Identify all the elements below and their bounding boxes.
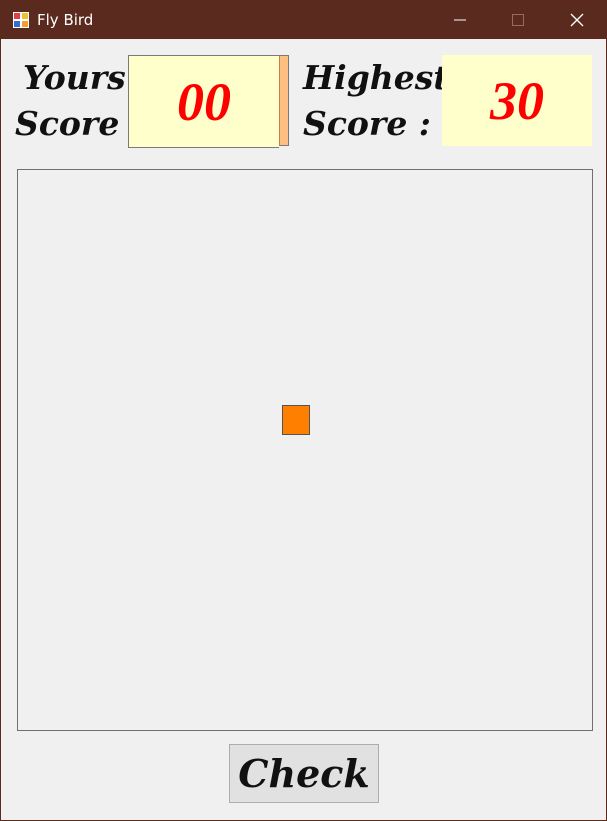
minimize-button[interactable] [431, 1, 489, 39]
close-button[interactable] [548, 1, 606, 39]
bird-player [282, 405, 310, 435]
your-score-display: 00 [128, 55, 279, 148]
app-grid-icon [13, 12, 29, 28]
your-score-scrollbar[interactable] [279, 55, 289, 146]
close-icon [570, 13, 584, 27]
highest-score-display: 30 [442, 55, 592, 146]
title-bar[interactable]: Fly Bird [1, 1, 606, 39]
app-window: Fly Bird Yours Score : 00 Highest Score … [0, 0, 607, 821]
maximize-icon [512, 14, 524, 26]
highest-score-label-line2: Score : [303, 104, 431, 143]
highest-score-label-line1: Highest [303, 58, 449, 97]
check-button[interactable]: Check [229, 744, 379, 803]
maximize-button[interactable] [489, 1, 547, 39]
window-title: Fly Bird [37, 11, 94, 29]
your-score-label-line1: Yours [23, 58, 126, 97]
game-play-area[interactable] [17, 169, 593, 731]
your-score-label-line2: Score : [15, 104, 143, 143]
minimize-icon [454, 19, 466, 21]
